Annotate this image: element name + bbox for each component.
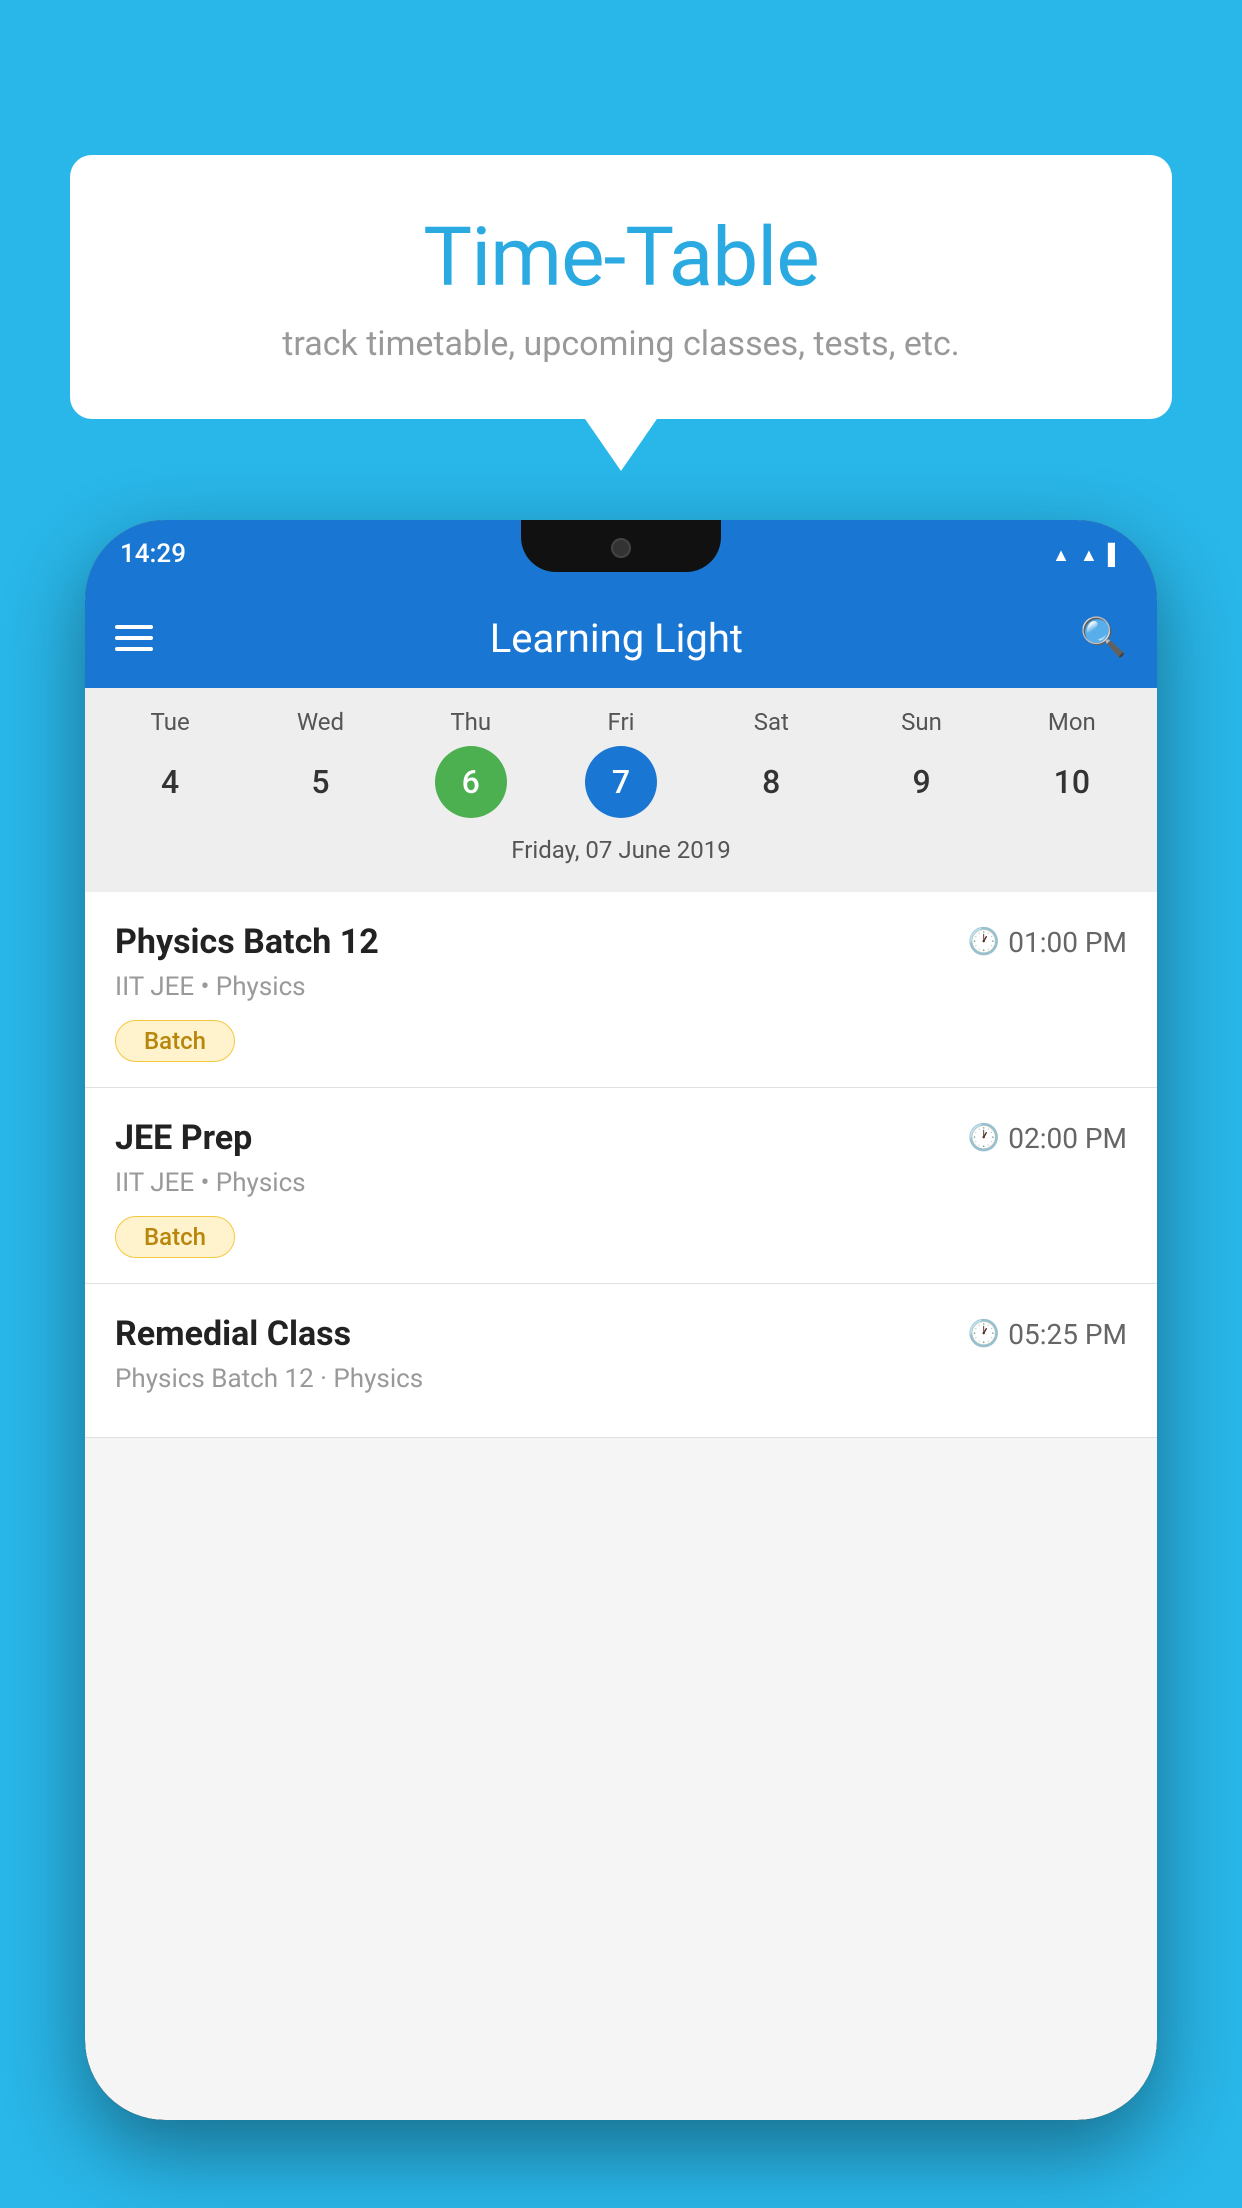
- clock-icon: 🕐: [968, 1319, 1000, 1349]
- bubble-subtitle: track timetable, upcoming classes, tests…: [130, 324, 1112, 364]
- app-bar-title: Learning Light: [490, 615, 743, 662]
- hamburger-line-1: [115, 625, 153, 629]
- cal-day-num[interactable]: 5: [284, 746, 356, 818]
- cal-day-7[interactable]: Fri 7: [556, 708, 686, 818]
- cal-day-num[interactable]: 7: [585, 746, 657, 818]
- app-bar: Learning Light 🔍: [85, 588, 1157, 688]
- schedule-item-title: Remedial Class: [115, 1314, 351, 1354]
- phone-wrapper: 14:29 Learning Light 🔍: [85, 520, 1157, 2208]
- schedule-item-time: 🕐 02:00 PM: [968, 1122, 1127, 1155]
- schedule-item-sub: Physics Batch 12 · Physics: [115, 1364, 1127, 1394]
- schedule-item-header: Remedial Class 🕐 05:25 PM: [115, 1314, 1127, 1354]
- speech-bubble-container: Time-Table track timetable, upcoming cla…: [70, 155, 1172, 419]
- schedule-item-time: 🕐 05:25 PM: [968, 1318, 1127, 1351]
- bubble-title: Time-Table: [130, 210, 1112, 306]
- status-time: 14:29: [120, 539, 186, 569]
- speech-bubble: Time-Table track timetable, upcoming cla…: [70, 155, 1172, 419]
- phone-notch: [521, 520, 721, 572]
- batch-badge: Batch: [115, 1020, 235, 1062]
- schedule-item-header: Physics Batch 12 🕐 01:00 PM: [115, 922, 1127, 962]
- schedule-item-1[interactable]: JEE Prep 🕐 02:00 PM IIT JEE • Physics Batch: [85, 1088, 1157, 1284]
- cal-day-num[interactable]: 10: [1036, 746, 1108, 818]
- hamburger-icon[interactable]: [115, 625, 153, 651]
- cal-day-name: Sun: [901, 708, 942, 736]
- schedule-item-time: 🕐 01:00 PM: [968, 926, 1127, 959]
- batch-badge: Batch: [115, 1216, 235, 1258]
- wifi-icon: [1052, 542, 1070, 567]
- cal-day-num[interactable]: 6: [435, 746, 507, 818]
- cal-day-num[interactable]: 4: [134, 746, 206, 818]
- schedule-item-0[interactable]: Physics Batch 12 🕐 01:00 PM IIT JEE • Phys…: [85, 892, 1157, 1088]
- cal-day-4[interactable]: Tue 4: [105, 708, 235, 818]
- cal-day-num[interactable]: 9: [886, 746, 958, 818]
- cal-day-6[interactable]: Thu 6: [406, 708, 536, 818]
- clock-icon: 🕐: [968, 927, 1000, 957]
- schedule-item-title: JEE Prep: [115, 1118, 252, 1158]
- calendar-section: Tue 4 Wed 5 Thu 6 Fri 7 Sat 8 Sun 9 Mon 10 Friday, 07…: [85, 688, 1157, 892]
- schedule-item-2[interactable]: Remedial Class 🕐 05:25 PM Physics Batch 12…: [85, 1284, 1157, 1438]
- cal-day-name: Fri: [608, 708, 635, 736]
- cal-day-5[interactable]: Wed 5: [255, 708, 385, 818]
- phone-frame: 14:29 Learning Light 🔍: [85, 520, 1157, 2120]
- cal-day-name: Wed: [297, 708, 344, 736]
- search-icon[interactable]: 🔍: [1080, 616, 1127, 660]
- cal-day-name: Tue: [151, 708, 190, 736]
- camera-dot: [611, 538, 631, 558]
- cal-day-name: Thu: [450, 708, 491, 736]
- clock-icon: 🕐: [968, 1123, 1000, 1153]
- signal-icon: [1080, 542, 1098, 567]
- status-icons: [1052, 542, 1122, 567]
- schedule-item-header: JEE Prep 🕐 02:00 PM: [115, 1118, 1127, 1158]
- schedule-item-sub: IIT JEE • Physics: [115, 1168, 1127, 1198]
- schedule-item-title: Physics Batch 12: [115, 922, 379, 962]
- cal-day-num[interactable]: 8: [735, 746, 807, 818]
- hamburger-line-3: [115, 647, 153, 651]
- battery-icon: [1108, 542, 1122, 567]
- selected-date-label: Friday, 07 June 2019: [85, 826, 1157, 882]
- cal-day-name: Mon: [1048, 708, 1096, 736]
- schedule-list: Physics Batch 12 🕐 01:00 PM IIT JEE • Phys…: [85, 892, 1157, 1438]
- cal-day-name: Sat: [754, 708, 789, 736]
- cal-day-10[interactable]: Mon 10: [1007, 708, 1137, 818]
- phone-screen: 14:29 Learning Light 🔍: [85, 520, 1157, 2120]
- cal-day-9[interactable]: Sun 9: [857, 708, 987, 818]
- cal-day-8[interactable]: Sat 8: [706, 708, 836, 818]
- calendar-days-row: Tue 4 Wed 5 Thu 6 Fri 7 Sat 8 Sun 9 Mon 10: [85, 708, 1157, 818]
- schedule-item-sub: IIT JEE • Physics: [115, 972, 1127, 1002]
- hamburger-line-2: [115, 636, 153, 640]
